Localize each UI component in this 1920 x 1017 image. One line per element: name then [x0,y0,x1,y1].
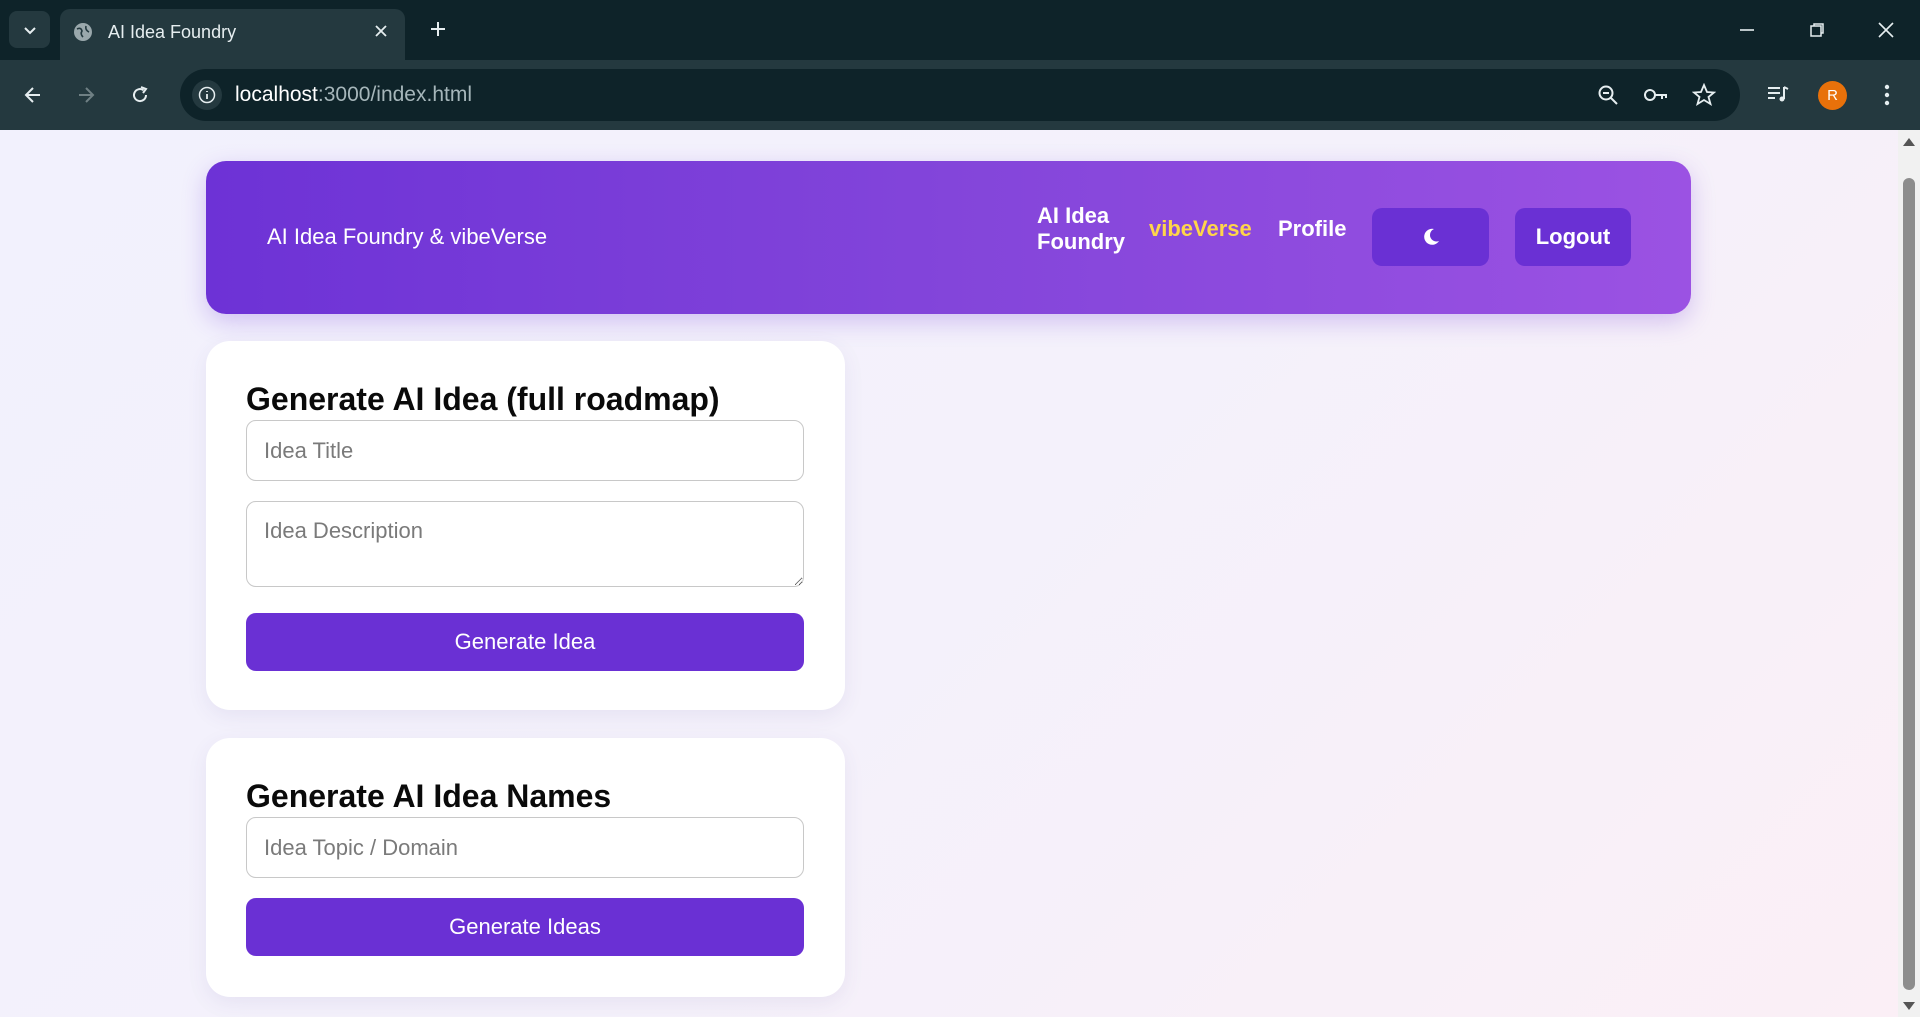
address-bar[interactable]: localhost:3000/index.html [180,69,1740,121]
close-window-button[interactable] [1866,10,1906,50]
nav-link-foundry[interactable]: AI Idea Foundry [1037,203,1127,255]
generate-idea-heading: Generate AI Idea (full roadmap) [246,381,720,417]
idea-topic-input[interactable] [246,817,804,878]
tab-title: AI Idea Foundry [108,22,237,42]
zoom-button[interactable] [1594,81,1622,109]
generate-idea-button[interactable]: Generate Idea [246,613,804,671]
star-icon [1692,83,1716,106]
generate-ideas-button[interactable]: Generate Ideas [246,898,804,956]
info-icon [198,86,216,104]
nav-link-profile[interactable]: Profile [1278,216,1346,242]
generate-idea-card: Generate AI Idea (full roadmap) Generate… [206,341,845,710]
scroll-thumb[interactable] [1903,178,1915,990]
browser-tab[interactable]: AI Idea Foundry [60,9,405,60]
tab-strip: AI Idea Foundry [0,0,1920,60]
media-button[interactable] [1761,78,1795,112]
zoom-icon [1598,85,1618,105]
close-icon [1878,22,1894,38]
restore-button[interactable] [1797,10,1837,50]
page-viewport: AI Idea Foundry & vibeVerse AI Idea Foun… [0,130,1898,1017]
brand-title: AI Idea Foundry & vibeVerse [267,224,548,249]
chevron-down-icon [23,26,36,34]
bookmark-button[interactable] [1690,81,1718,109]
idea-description-input[interactable] [246,501,804,587]
scroll-up-arrow[interactable] [1903,138,1915,146]
generate-names-heading: Generate AI Idea Names [246,778,612,814]
browser-menu-button[interactable] [1870,78,1904,112]
tab-close-button[interactable] [369,19,393,43]
reload-button[interactable] [121,76,159,114]
password-button[interactable] [1642,81,1670,109]
theme-toggle-button[interactable] [1372,208,1489,266]
generate-names-card: Generate AI Idea Names Generate Ideas [206,738,845,997]
scroll-down-arrow[interactable] [1903,1002,1915,1010]
forward-icon [79,87,95,103]
new-tab-button[interactable] [423,14,453,44]
key-icon [1644,89,1667,101]
restore-icon [1810,23,1824,37]
profile-avatar[interactable]: R [1818,81,1847,110]
logout-button[interactable]: Logout [1515,208,1631,266]
globe-icon [74,23,92,41]
url-text[interactable]: localhost:3000/index.html [235,83,472,107]
menu-icon [1884,84,1890,106]
moon-icon [1423,228,1439,245]
nav-link-vibeverse[interactable]: vibeVerse [1149,216,1252,242]
forward-button[interactable] [67,76,105,114]
browser-toolbar: localhost:3000/index.html [0,60,1920,130]
back-button[interactable] [14,76,52,114]
back-icon [24,87,40,103]
minimize-button[interactable] [1727,10,1767,50]
idea-title-input[interactable] [246,420,804,481]
close-icon [375,25,387,37]
url-host: localhost [235,83,318,106]
app-header: AI Idea Foundry & vibeVerse AI Idea Foun… [206,161,1691,314]
url-path: :3000/index.html [317,83,472,106]
reload-icon [133,86,148,103]
minimize-icon [1740,29,1754,31]
tab-search-button[interactable] [9,11,50,48]
page-scrollbar[interactable] [1898,130,1920,1017]
plus-icon [431,22,445,36]
media-icon [1768,86,1789,102]
site-info-button[interactable] [192,80,222,110]
